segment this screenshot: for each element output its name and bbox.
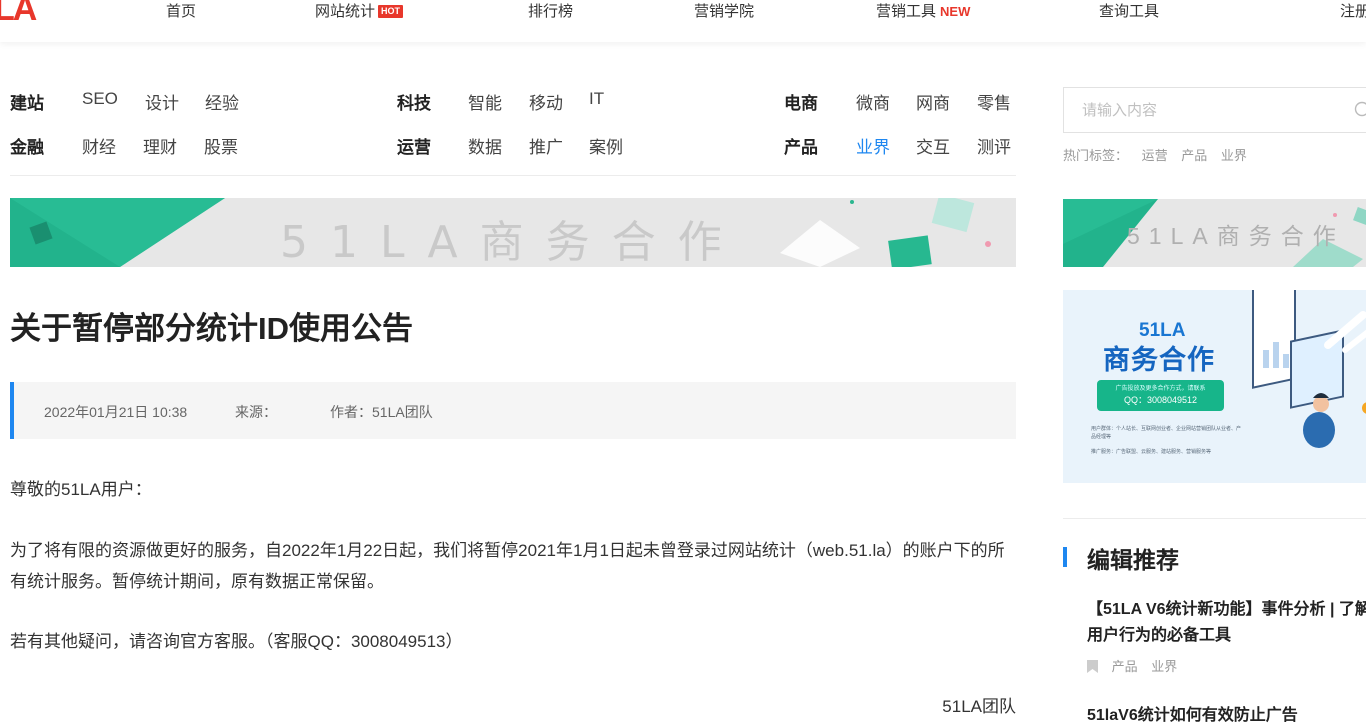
ad-contact-line: 广告投放及更多合作方式，请联系	[1115, 386, 1206, 392]
ad-contact-pill: 广告投放及更多合作方式，请联系 QQ：3008049512	[1097, 380, 1224, 411]
category-link[interactable]: 微商	[856, 89, 890, 114]
hot-tag[interactable]: 业界	[1221, 148, 1247, 163]
article-author: 作者：51LA团队	[330, 404, 433, 420]
category-link[interactable]: 测评	[977, 133, 1011, 158]
category-head[interactable]: 科技	[397, 89, 431, 114]
ad-note: 推广服务：广告联盟、云服务、建站服务、营销服务等	[1091, 449, 1212, 455]
recommend-item-tags: 产品 业界	[1087, 656, 1187, 675]
recommend-item-link[interactable]: 【51LA V6统计新功能】事件分析 | 了解用户行为的必备工具	[1087, 597, 1366, 649]
ad-contact-qq: QQ：3008049512	[1123, 395, 1198, 405]
site-logo[interactable]: LA	[0, 0, 37, 29]
nav-marketing-tools[interactable]: 营销工具 NEW	[876, 0, 970, 21]
article-greeting: 尊敬的51LA用户：	[10, 480, 152, 499]
category-head[interactable]: 电商	[784, 89, 818, 114]
category-link-active[interactable]: 业界	[856, 133, 890, 158]
category-link[interactable]: 数据	[468, 133, 502, 158]
category-link[interactable]: 经验	[205, 89, 239, 114]
category-link[interactable]: 智能	[468, 89, 502, 114]
category-head[interactable]: 产品	[784, 133, 818, 158]
nav-marketing-tools-label: 营销工具	[876, 3, 937, 20]
bookmark-icon	[1087, 660, 1098, 673]
hot-badge: HOT	[378, 5, 404, 18]
ad-title: 商务合作	[1103, 345, 1215, 375]
category-link[interactable]: 网商	[916, 89, 950, 114]
nav-query-tools-label: 查询工具	[1099, 3, 1160, 20]
section-title: 编辑推荐	[1087, 547, 1179, 573]
hot-tags-label: 热门标签：	[1063, 148, 1129, 163]
banner-text: 51LA商务合作	[1127, 223, 1345, 249]
category-link[interactable]: 股票	[204, 133, 238, 158]
recommend-tag[interactable]: 业界	[1151, 659, 1177, 674]
section-marker	[1063, 547, 1067, 567]
recommend-tag[interactable]: 产品	[1112, 659, 1138, 674]
category-head[interactable]: 金融	[10, 133, 44, 158]
editor-recommend: 编辑推荐 【51LA V6统计新功能】事件分析 | 了解用户行为的必备工具 产品…	[1063, 518, 1366, 724]
search-box	[1063, 87, 1366, 133]
article-date: 2022年01月21日 10:38	[44, 404, 188, 420]
banner-text: 51LA商务合作	[280, 217, 744, 267]
nav-home-label: 首页	[166, 3, 197, 20]
category-link[interactable]: SEO	[82, 89, 118, 109]
nav-home[interactable]: 首页	[166, 0, 196, 21]
sidebar-cooperation-banner[interactable]: 51LA商务合作	[1063, 199, 1366, 267]
hot-tag[interactable]: 产品	[1181, 148, 1207, 163]
nav-query-tools[interactable]: 查询工具	[1099, 0, 1159, 21]
article-signature: 51LA团队	[942, 697, 1016, 716]
nav-register[interactable]: 注册	[1340, 0, 1366, 21]
hot-tags: 热门标签： 运营 产品 业界	[1063, 145, 1247, 164]
nav-site-stats-label: 网站统计	[315, 3, 376, 20]
category-link[interactable]: 案例	[589, 133, 623, 158]
search-icon[interactable]	[1354, 101, 1366, 119]
category-link[interactable]: 财经	[82, 133, 116, 158]
category-link[interactable]: 移动	[529, 89, 563, 114]
business-cooperation-banner[interactable]: 51LA商务合作	[10, 198, 1016, 267]
ad-note: 用户群体：个人站长、互联网创业者、企业网站营销团队从业者、产品经理等	[1091, 426, 1242, 440]
recommend-item-link[interactable]: 51laV6统计如何有效防止广告	[1087, 703, 1366, 724]
nav-ranking[interactable]: 排行榜	[528, 0, 573, 21]
nav-site-stats[interactable]: 网站统计 HOT	[315, 0, 404, 21]
nav-ranking-label: 排行榜	[528, 3, 574, 20]
category-link[interactable]: IT	[589, 89, 604, 109]
article-paragraph: 为了将有限的资源做更好的服务，自2022年1月22日起，我们将暂停2021年1月…	[10, 541, 1005, 591]
article-title: 关于暂停部分统计ID使用公告	[10, 311, 413, 346]
article-source-label: 来源：	[235, 404, 277, 420]
divider	[10, 175, 1016, 176]
article-paragraph: 若有其他疑问，请咨询官方客服。（客服QQ：3008049513）	[10, 632, 463, 651]
nav-marketing-academy-label: 营销学院	[694, 3, 755, 20]
category-link[interactable]: 交互	[916, 133, 950, 158]
nav-register-label: 注册	[1340, 3, 1366, 20]
category-link[interactable]: 理财	[143, 133, 177, 158]
nav-marketing-academy[interactable]: 营销学院	[694, 0, 754, 21]
category-link[interactable]: 设计	[145, 89, 179, 114]
article-meta: 2022年01月21日 10:38 来源： 作者：51LA团队	[10, 382, 1016, 439]
new-badge: NEW	[940, 4, 971, 19]
hot-tag[interactable]: 运营	[1142, 148, 1168, 163]
category-link[interactable]: 零售	[977, 89, 1011, 114]
search-input[interactable]	[1064, 88, 1324, 132]
top-navbar: LA 首页 网站统计 HOT 排行榜 营销学院 营销工具 NEW 查询工具 注册	[0, 0, 1366, 42]
category-link[interactable]: 推广	[529, 133, 563, 158]
category-head[interactable]: 运营	[397, 133, 431, 158]
category-head[interactable]: 建站	[10, 89, 44, 114]
sidebar-ad-banner[interactable]: 51LA 商务合作 广告投放及更多合作方式，请联系 QQ：3008049512 …	[1063, 290, 1366, 483]
